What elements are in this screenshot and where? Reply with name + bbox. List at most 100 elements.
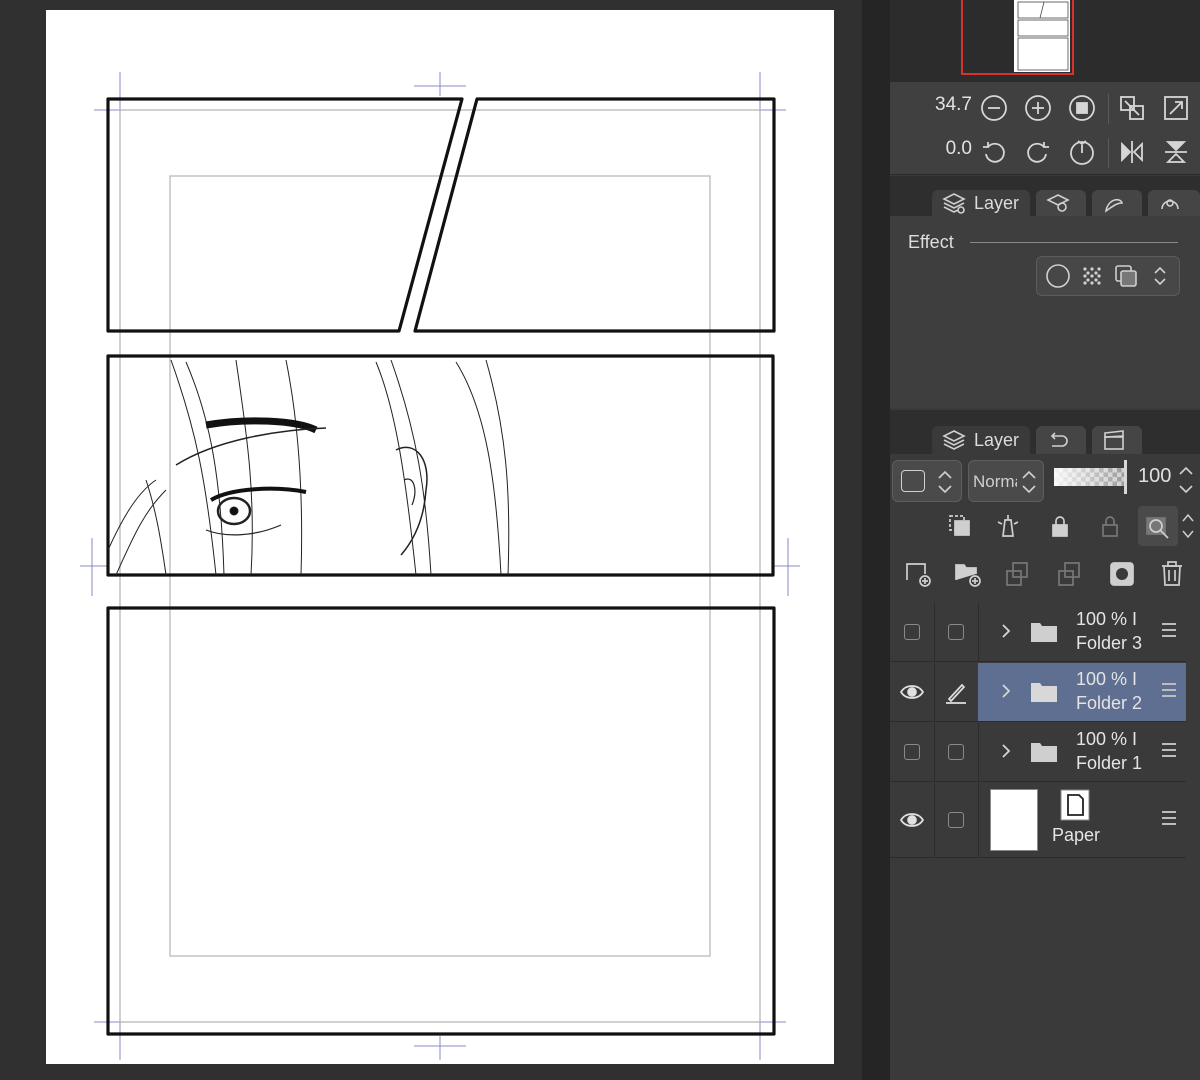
stepper-icon (1022, 470, 1036, 494)
tab-layer-label: Layer (974, 192, 1020, 213)
actual-size-icon[interactable] (1160, 92, 1192, 124)
tab-animation[interactable] (1092, 426, 1142, 454)
layer-row-paper[interactable]: Paper (890, 783, 1186, 858)
merge-down-icon[interactable] (1056, 560, 1084, 588)
layer-name: Folder 1 (1076, 753, 1143, 773)
layer-item[interactable]: 100 % I Folder 1 (978, 723, 1186, 781)
layer-color-icon[interactable] (1113, 263, 1139, 289)
new-raster-layer-icon[interactable] (904, 560, 932, 588)
right-panel: 34.7 0.0 Layer Effect Layer Norm 100 100… (890, 0, 1200, 1080)
reference-layer-icon[interactable] (994, 512, 1022, 540)
layer-opacity-label: 100 % I (1076, 609, 1138, 629)
chevron-right-icon[interactable] (996, 741, 1016, 761)
layer-item[interactable]: 100 % I Folder 3 (978, 603, 1186, 661)
stepper-icon (938, 470, 952, 494)
zoom-value[interactable]: 34.7 (912, 94, 972, 116)
edit-checkbox[interactable] (948, 624, 964, 640)
eye-icon[interactable] (899, 679, 925, 705)
blend-mode-value: Norma (973, 472, 1017, 491)
separator (1108, 94, 1109, 124)
property-tabbar: Layer (890, 176, 1200, 216)
layer-visibility-toggle[interactable] (890, 723, 935, 781)
folder-icon (1031, 743, 1057, 762)
effect-divider (970, 242, 1178, 243)
separator (1108, 138, 1109, 168)
chevron-right-icon[interactable] (996, 621, 1016, 641)
delete-layer-icon[interactable] (1158, 560, 1186, 588)
opacity-slider[interactable] (1054, 468, 1126, 486)
flip-horizontal-icon[interactable] (1116, 136, 1148, 168)
opacity-value[interactable]: 100 (1138, 465, 1171, 488)
visibility-checkbox[interactable] (904, 624, 920, 640)
tab-layer-property[interactable]: Layer (932, 190, 1030, 216)
layer-row-folder-3[interactable]: 100 % I Folder 3 (890, 603, 1186, 662)
edit-checkbox[interactable] (948, 812, 964, 828)
layer-tabbar: Layer (890, 410, 1200, 454)
reset-rotation-icon[interactable] (1066, 136, 1098, 168)
pen-icon[interactable] (943, 679, 969, 705)
manga-page[interactable] (46, 10, 834, 1064)
rotation-value[interactable]: 0.0 (912, 138, 972, 160)
flip-vertical-icon[interactable] (1160, 136, 1192, 168)
drag-handle-icon[interactable] (1162, 743, 1176, 759)
tab-history[interactable] (1036, 426, 1086, 454)
layer-row-folder-1[interactable]: 100 % I Folder 1 (890, 723, 1186, 782)
layer-visibility-toggle[interactable] (890, 783, 935, 857)
tab-layer[interactable]: Layer (932, 426, 1030, 454)
canvas-area[interactable] (0, 0, 862, 1080)
drag-handle-icon[interactable] (1162, 683, 1176, 699)
lock-transparency-icon[interactable] (1096, 512, 1124, 540)
rotate-right-icon[interactable] (1022, 136, 1054, 168)
edit-checkbox[interactable] (948, 744, 964, 760)
zoom-out-icon[interactable] (978, 92, 1010, 124)
drag-handle-icon[interactable] (1162, 811, 1176, 827)
visibility-checkbox[interactable] (904, 744, 920, 760)
layer-mode-icon (901, 470, 925, 492)
tab-color[interactable] (1092, 190, 1142, 216)
layer-item[interactable]: Paper (978, 783, 1186, 857)
zoom-fit-icon[interactable] (1066, 92, 1098, 124)
eye-icon[interactable] (899, 807, 925, 833)
layer-item[interactable]: 100 % I Folder 2 (978, 663, 1186, 721)
canvas-gutter (862, 0, 890, 1080)
blend-mode-select[interactable]: Norma (968, 460, 1044, 502)
opacity-slider-handle[interactable] (1124, 460, 1127, 494)
tab-material[interactable] (1148, 190, 1200, 216)
layer-search-icon (1046, 194, 1070, 212)
mask-stepper-icon[interactable] (1180, 510, 1196, 542)
tone-effect-icon[interactable] (1079, 263, 1105, 289)
enable-mask-icon[interactable] (1144, 512, 1172, 540)
rotate-left-icon[interactable] (978, 136, 1010, 168)
navigator-controls: 34.7 0.0 (890, 82, 1200, 175)
layer-color-mode-select[interactable] (892, 460, 962, 502)
fit-page-icon[interactable] (1116, 92, 1148, 124)
layer-row-folder-2[interactable]: 100 % I Folder 2 (890, 663, 1186, 722)
drag-handle-icon[interactable] (1162, 623, 1176, 639)
border-effect-icon[interactable] (1045, 263, 1071, 289)
create-mask-icon[interactable] (1108, 560, 1136, 588)
layer-edit-toggle[interactable] (934, 723, 979, 781)
layer-visibility-toggle[interactable] (890, 603, 935, 661)
folder-icon (1031, 623, 1057, 642)
navigator-preview[interactable] (890, 0, 1200, 82)
layer-edit-toggle[interactable] (934, 603, 979, 661)
clip-to-layer-below-icon[interactable] (946, 512, 974, 540)
transfer-to-lower-layer-icon[interactable] (1004, 560, 1032, 588)
layers-icon (942, 430, 966, 450)
layer-edit-toggle[interactable] (934, 783, 979, 857)
opacity-stepper-icon[interactable] (1176, 462, 1196, 498)
chevron-right-icon[interactable] (996, 681, 1016, 701)
layer-edit-toggle[interactable] (934, 663, 979, 721)
layer-visibility-toggle[interactable] (890, 663, 935, 721)
paper-thumbnail (990, 789, 1038, 851)
layer-opacity-label: 100 % I (1076, 729, 1138, 749)
lock-layer-icon[interactable] (1046, 512, 1074, 540)
effect-selector[interactable] (1036, 256, 1180, 296)
effect-stepper-icon[interactable] (1147, 263, 1173, 289)
effect-label: Effect (908, 232, 954, 252)
zoom-in-icon[interactable] (1022, 92, 1054, 124)
tab-layer-search[interactable] (1036, 190, 1086, 216)
navigator-thumbnail (1014, 0, 1070, 72)
paper-layer-icon (1060, 789, 1090, 821)
new-folder-icon[interactable] (954, 560, 982, 588)
